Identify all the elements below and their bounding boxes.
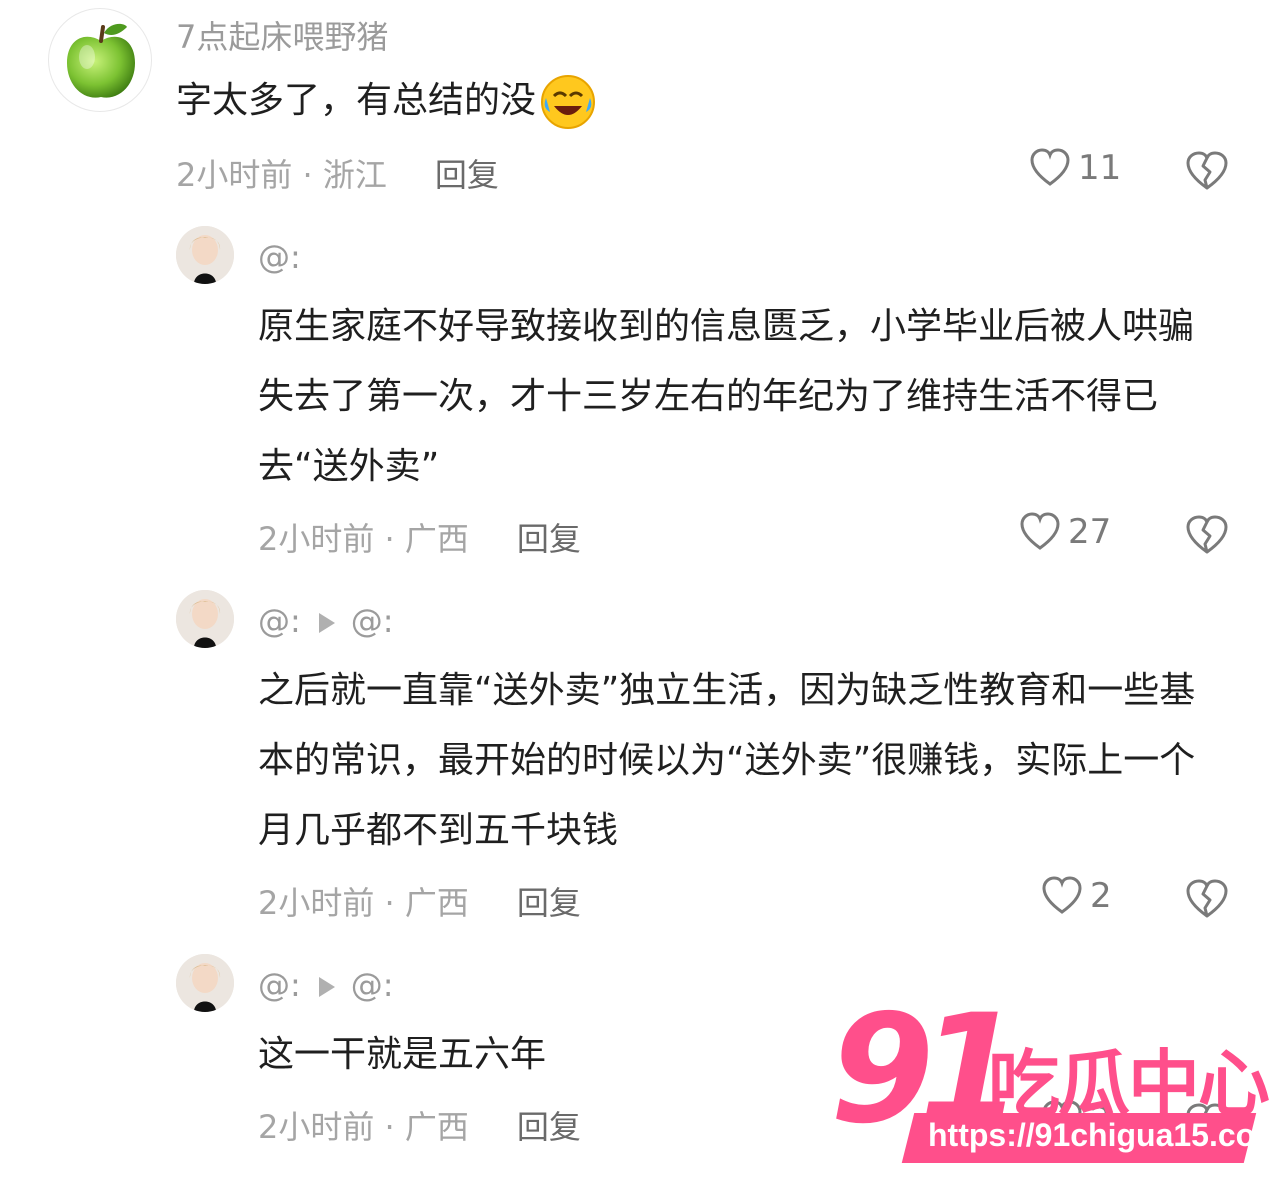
reply-button[interactable]: 回复 — [517, 520, 581, 558]
broken-heart-icon — [1186, 515, 1228, 554]
username[interactable]: 7点起床喂野猪 — [176, 12, 388, 58]
comment-meta: 2小时前 · 广西 回复 — [258, 1102, 581, 1148]
dislike-button[interactable] — [1184, 512, 1230, 558]
heart-outline-icon — [1020, 512, 1060, 550]
reply-to-username[interactable]: @: — [351, 602, 394, 640]
username-thread[interactable]: @: @: — [258, 602, 394, 640]
green-apple-icon — [67, 23, 135, 98]
reply-arrow-icon — [318, 977, 335, 997]
user-portrait-icon — [176, 226, 234, 284]
like-button[interactable]: 27 — [1018, 510, 1111, 554]
dislike-button[interactable] — [1184, 876, 1230, 922]
comment-text: 字太多了，有总结的没 — [176, 66, 1126, 136]
user-portrait-icon — [176, 954, 234, 1012]
broken-heart-icon — [1186, 151, 1228, 190]
comment-meta: 2小时前 · 广西 回复 — [258, 514, 581, 560]
reply-button[interactable]: 回复 — [517, 1108, 581, 1146]
like-button[interactable]: 11 — [1028, 146, 1121, 190]
timestamp-location: 2小时前 · 浙江 — [176, 156, 387, 194]
broken-heart-icon — [1186, 879, 1228, 918]
comment-text: 原生家庭不好导致接收到的信息匮乏，小学毕业后被人哄骗失去了第一次，才十三岁左右的… — [258, 306, 1195, 487]
avatar[interactable] — [176, 590, 234, 648]
comment-meta: 2小时前 · 广西 回复 — [258, 878, 581, 924]
reply-button[interactable]: 回复 — [435, 156, 499, 194]
username[interactable]: @: — [258, 238, 301, 276]
watermark-url: https://91chigua15.com — [928, 1117, 1280, 1153]
username[interactable]: @: — [258, 602, 301, 640]
username[interactable]: @: — [258, 966, 301, 1004]
like-count: 2 — [1090, 876, 1112, 916]
crying-laughing-emoji-icon — [540, 74, 596, 130]
username-thread[interactable]: @: @: — [258, 966, 394, 1004]
comment-text: 之后就一直靠“送外卖”独立生活，因为缺乏性教育和一些基本的常识，最开始的时候以为… — [258, 670, 1196, 851]
avatar[interactable] — [176, 226, 234, 284]
like-button[interactable]: 2 — [1040, 874, 1112, 918]
heart-outline-icon — [1042, 876, 1082, 914]
user-portrait-icon — [176, 590, 234, 648]
reply-arrow-icon — [318, 613, 335, 633]
heart-outline-icon — [1030, 148, 1070, 186]
comment-meta: 2小时前 · 浙江 回复 — [176, 150, 499, 196]
like-count: 27 — [1068, 512, 1112, 552]
dislike-button[interactable] — [1184, 148, 1230, 194]
watermark: 91 吃瓜中心 https://91chigua15.com — [830, 995, 1280, 1175]
reply-button[interactable]: 回复 — [517, 884, 581, 922]
avatar[interactable] — [176, 954, 234, 1012]
timestamp-location: 2小时前 · 广西 — [258, 1108, 469, 1146]
reply-to-username[interactable]: @: — [351, 966, 394, 1004]
timestamp-location: 2小时前 · 广西 — [258, 520, 469, 558]
like-count: 11 — [1078, 148, 1122, 188]
avatar[interactable] — [48, 8, 152, 112]
timestamp-location: 2小时前 · 广西 — [258, 884, 469, 922]
